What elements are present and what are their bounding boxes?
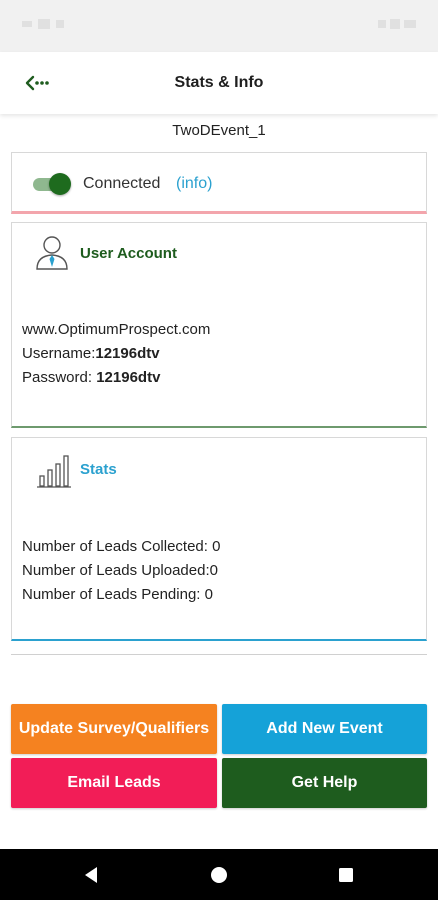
website-text: www.OptimumProspect.com xyxy=(22,321,211,338)
leads-uploaded-value: 0 xyxy=(209,562,218,579)
event-name: TwoDEvent_1 xyxy=(172,122,266,139)
nav-recents-icon[interactable] xyxy=(335,864,357,886)
email-leads-button[interactable]: Email Leads xyxy=(11,758,217,808)
system-nav-bar xyxy=(0,849,438,900)
password-value: 12196dtv xyxy=(96,369,161,386)
user-account-card: User Account www.OptimumProspect.com Use… xyxy=(11,222,427,428)
page-title: Stats & Info xyxy=(174,74,264,91)
status-icons-left xyxy=(22,19,64,29)
get-help-button[interactable]: Get Help xyxy=(222,758,427,808)
connection-card: Connected (info) xyxy=(11,152,427,214)
status-icons-right xyxy=(378,19,416,29)
leads-uploaded-line: Number of Leads Uploaded:0 xyxy=(22,562,218,579)
stats-heading: Stats xyxy=(80,461,117,478)
add-new-event-button[interactable]: Add New Event xyxy=(222,704,427,754)
connection-toggle[interactable] xyxy=(33,173,71,195)
bar-chart-icon xyxy=(37,455,71,488)
connection-status: Connected xyxy=(83,175,161,192)
user-account-heading: User Account xyxy=(80,245,177,262)
username-value: 12196dtv xyxy=(95,345,160,362)
username-label: Username: xyxy=(22,345,96,362)
leads-collected-value: 0 xyxy=(212,538,221,555)
leads-collected-label: Number of Leads Collected: xyxy=(22,538,213,555)
app-bar: Stats & Info xyxy=(0,52,438,114)
user-account-icon xyxy=(36,236,68,270)
toggle-thumb xyxy=(49,173,71,195)
status-bar xyxy=(0,0,438,52)
username-line: Username:12196dtv xyxy=(22,345,160,362)
leads-pending-label: Number of Leads Pending: xyxy=(22,586,205,603)
leads-uploaded-label: Number of Leads Uploaded: xyxy=(22,562,210,579)
password-line: Password: 12196dtv xyxy=(22,369,160,386)
update-survey-button[interactable]: Update Survey/Qualifiers xyxy=(11,704,217,754)
password-label: Password: xyxy=(22,369,97,386)
info-link[interactable]: (info) xyxy=(176,175,212,193)
nav-back-icon[interactable] xyxy=(80,864,102,886)
leads-collected-line: Number of Leads Collected: 0 xyxy=(22,538,220,555)
leads-pending-value: 0 xyxy=(204,586,213,603)
leads-pending-line: Number of Leads Pending: 0 xyxy=(22,586,213,603)
nav-home-icon[interactable] xyxy=(208,864,230,886)
section-divider xyxy=(11,654,427,655)
stats-card: Stats Number of Leads Collected: 0 Numbe… xyxy=(11,437,427,641)
